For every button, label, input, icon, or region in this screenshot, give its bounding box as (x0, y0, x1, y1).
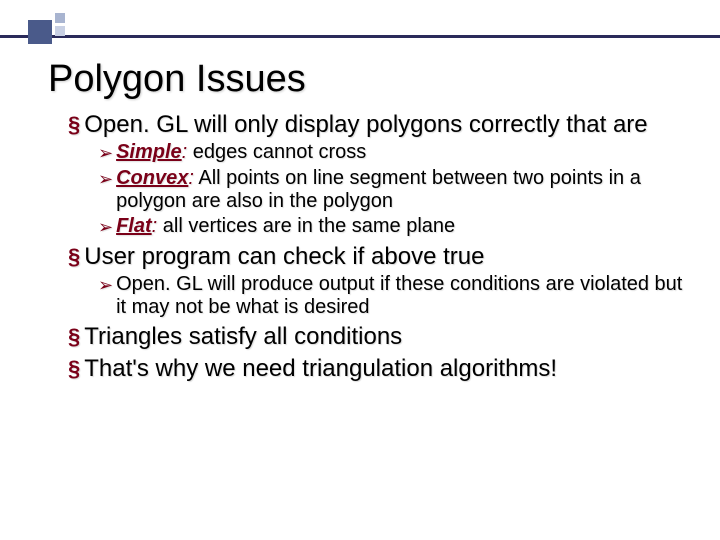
bullet-triangulation: § That's why we need triangulation algor… (68, 355, 688, 383)
def-convex: All points on line segment between two p… (116, 167, 641, 212)
bullet-user-program: § User program can check if above true (68, 243, 688, 271)
arrow-bullet-icon: ➢ (98, 215, 113, 239)
subbullet-convex: ➢ Convex: All points on line segment bet… (98, 167, 688, 213)
decor-square-large (28, 20, 52, 44)
square-bullet-icon: § (68, 323, 80, 351)
square-bullet-icon: § (68, 243, 80, 271)
subbullet-simple: ➢ Simple: edges cannot cross (98, 141, 688, 165)
subbullet-flat: ➢ Flat: all vertices are in the same pla… (98, 215, 688, 239)
term-convex: Convex (116, 167, 188, 189)
subbullet-text: Simple: edges cannot cross (116, 141, 688, 164)
bullet-opengl-display: § Open. GL will only display polygons co… (68, 111, 688, 139)
arrow-bullet-icon: ➢ (98, 273, 113, 297)
decor-square-small-2 (55, 26, 65, 36)
term-simple: Simple (116, 141, 182, 163)
term-flat: Flat (116, 215, 152, 237)
top-border-line (0, 35, 720, 38)
square-bullet-icon: § (68, 111, 80, 139)
subbullet-text: Open. GL will produce output if these co… (116, 273, 688, 319)
bullet-text: Triangles satisfy all conditions (84, 323, 402, 351)
decor-square-small-1 (55, 13, 65, 23)
subbullet-text: Convex: All points on line segment betwe… (116, 167, 688, 213)
square-bullet-icon: § (68, 355, 80, 383)
slide-content: Polygon Issues § Open. GL will only disp… (48, 58, 688, 383)
slide-title: Polygon Issues (48, 58, 688, 101)
arrow-bullet-icon: ➢ (98, 141, 113, 165)
subbullet-text: Flat: all vertices are in the same plane (116, 215, 688, 238)
def-simple: edges cannot cross (187, 141, 366, 163)
arrow-bullet-icon: ➢ (98, 167, 113, 191)
subbullet-output: ➢ Open. GL will produce output if these … (98, 273, 688, 319)
bullet-text: Open. GL will only display polygons corr… (84, 111, 647, 139)
def-flat: all vertices are in the same plane (157, 215, 455, 237)
bullet-triangles: § Triangles satisfy all conditions (68, 323, 688, 351)
bullet-text: That's why we need triangulation algorit… (84, 355, 557, 383)
bullet-text: User program can check if above true (84, 243, 484, 271)
